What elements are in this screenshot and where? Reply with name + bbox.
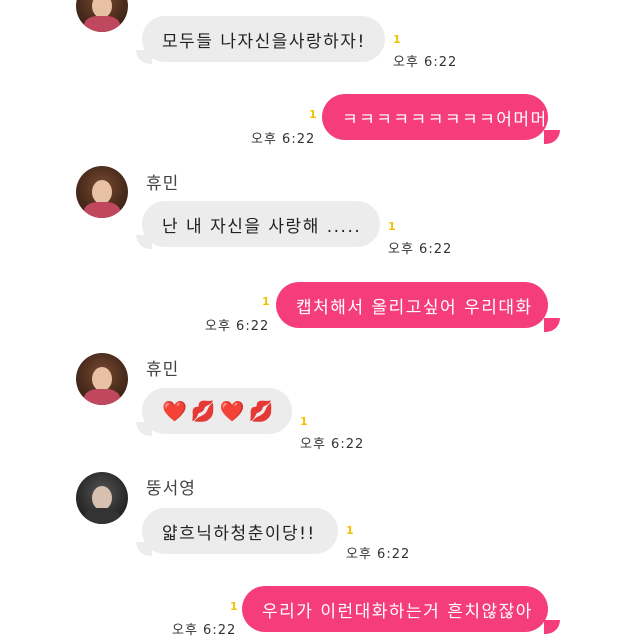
message-text: 난 내 자신을 사랑해 .....: [162, 216, 362, 237]
message-bubble-outgoing[interactable]: ㅋㅋㅋㅋㅋㅋㅋㅋㅋ어머머: [322, 94, 548, 140]
message-bubble-outgoing[interactable]: 캡처해서 올리고싶어 우리대화: [276, 282, 548, 328]
message-timestamp: 오후 6:22: [205, 319, 270, 334]
message-text: 우리가 이런대화하는거 흔치않잖아: [262, 601, 533, 622]
sender-avatar[interactable]: [76, 353, 128, 405]
unread-count: 1: [388, 220, 396, 233]
unread-count: 1: [230, 600, 238, 613]
sender-avatar[interactable]: [76, 166, 128, 218]
bubble-tail: [544, 318, 560, 332]
sender-name: 휴민: [146, 360, 180, 380]
sender-name: 휴민: [146, 174, 180, 194]
message-text: 캡처해서 올리고싶어 우리대화: [296, 297, 533, 318]
message-bubble-incoming[interactable]: 모두들 나자신을사랑하자!: [142, 16, 385, 62]
unread-count: 1: [262, 295, 270, 308]
message-bubble-incoming[interactable]: 난 내 자신을 사랑해 .....: [142, 201, 380, 247]
message-timestamp: 오후 6:22: [393, 55, 458, 70]
message-text: 얇흐닉하청춘이당!!: [162, 523, 316, 544]
unread-count: 1: [346, 524, 354, 537]
unread-count: 1: [309, 108, 317, 121]
message-bubble-incoming[interactable]: ❤️💋❤️💋: [142, 388, 292, 434]
message-bubble-outgoing[interactable]: 우리가 이런대화하는거 흔치않잖아: [242, 586, 548, 632]
bubble-tail: [544, 620, 560, 634]
message-bubble-incoming[interactable]: 얇흐닉하청춘이당!!: [142, 508, 338, 554]
sender-avatar[interactable]: [76, 0, 128, 32]
bubble-tail: [544, 130, 560, 144]
message-text: ㅋㅋㅋㅋㅋㅋㅋㅋㅋ어머머: [342, 109, 548, 130]
unread-count: 1: [300, 415, 308, 428]
message-timestamp: 오후 6:22: [251, 132, 316, 147]
sender-avatar[interactable]: [76, 472, 128, 524]
message-text: 모두들 나자신을사랑하자!: [162, 31, 366, 52]
message-timestamp: 오후 6:22: [388, 242, 453, 257]
sender-name: 뚱서영: [146, 479, 196, 499]
message-text: ❤️💋❤️💋: [162, 399, 278, 423]
unread-count: 1: [393, 33, 401, 46]
message-timestamp: 오후 6:22: [346, 547, 411, 562]
message-timestamp: 오후 6:22: [300, 437, 365, 452]
message-timestamp: 오후 6:22: [172, 623, 237, 638]
